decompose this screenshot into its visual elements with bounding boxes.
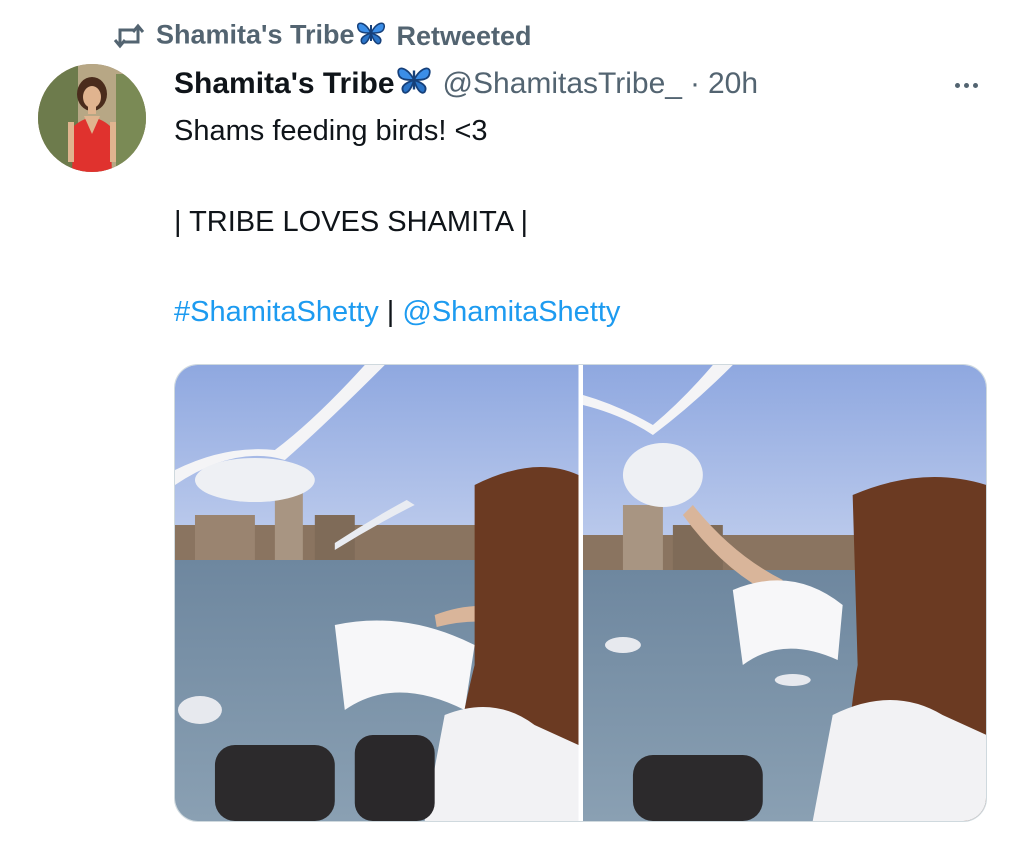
more-icon [963, 82, 969, 88]
tweet-text-line-1: Shams feeding birds! <3 [174, 115, 488, 147]
retweeter-name[interactable]: Shamita's Tribe [156, 19, 355, 49]
tweet-tags-line: #ShamitaShetty | @ShamitaShetty [174, 296, 620, 329]
retweeted-label: Retweeted [396, 20, 532, 51]
avatar[interactable] [38, 64, 146, 172]
mention-link[interactable]: @ShamitaShetty [402, 296, 620, 328]
display-name[interactable]: Shamita's Tribe [174, 67, 395, 101]
user-handle[interactable]: @ShamitasTribe_ [443, 67, 682, 101]
butterfly-icon [355, 19, 387, 54]
more-icon [972, 82, 978, 88]
tweet-media [174, 364, 987, 822]
hashtag-link[interactable]: #ShamitaShetty [174, 296, 379, 328]
tweet-text-line-2: | TRIBE LOVES SHAMITA | [174, 206, 529, 238]
butterfly-icon [395, 63, 433, 105]
more-options-button[interactable] [946, 70, 986, 100]
separator-dot: · [689, 67, 700, 100]
retweet-context: Shamita's Tribe Retweeted [112, 18, 532, 54]
tweet-photo-2[interactable] [582, 365, 986, 821]
tweet-photo-1[interactable] [175, 365, 579, 821]
tweet-header: Shamita's Tribe @ShamitasTribe_ · 20h [174, 64, 758, 104]
retweet-icon [112, 21, 146, 51]
more-icon [954, 82, 960, 88]
tag-separator: | [378, 296, 403, 328]
timestamp[interactable]: 20h [708, 67, 758, 101]
